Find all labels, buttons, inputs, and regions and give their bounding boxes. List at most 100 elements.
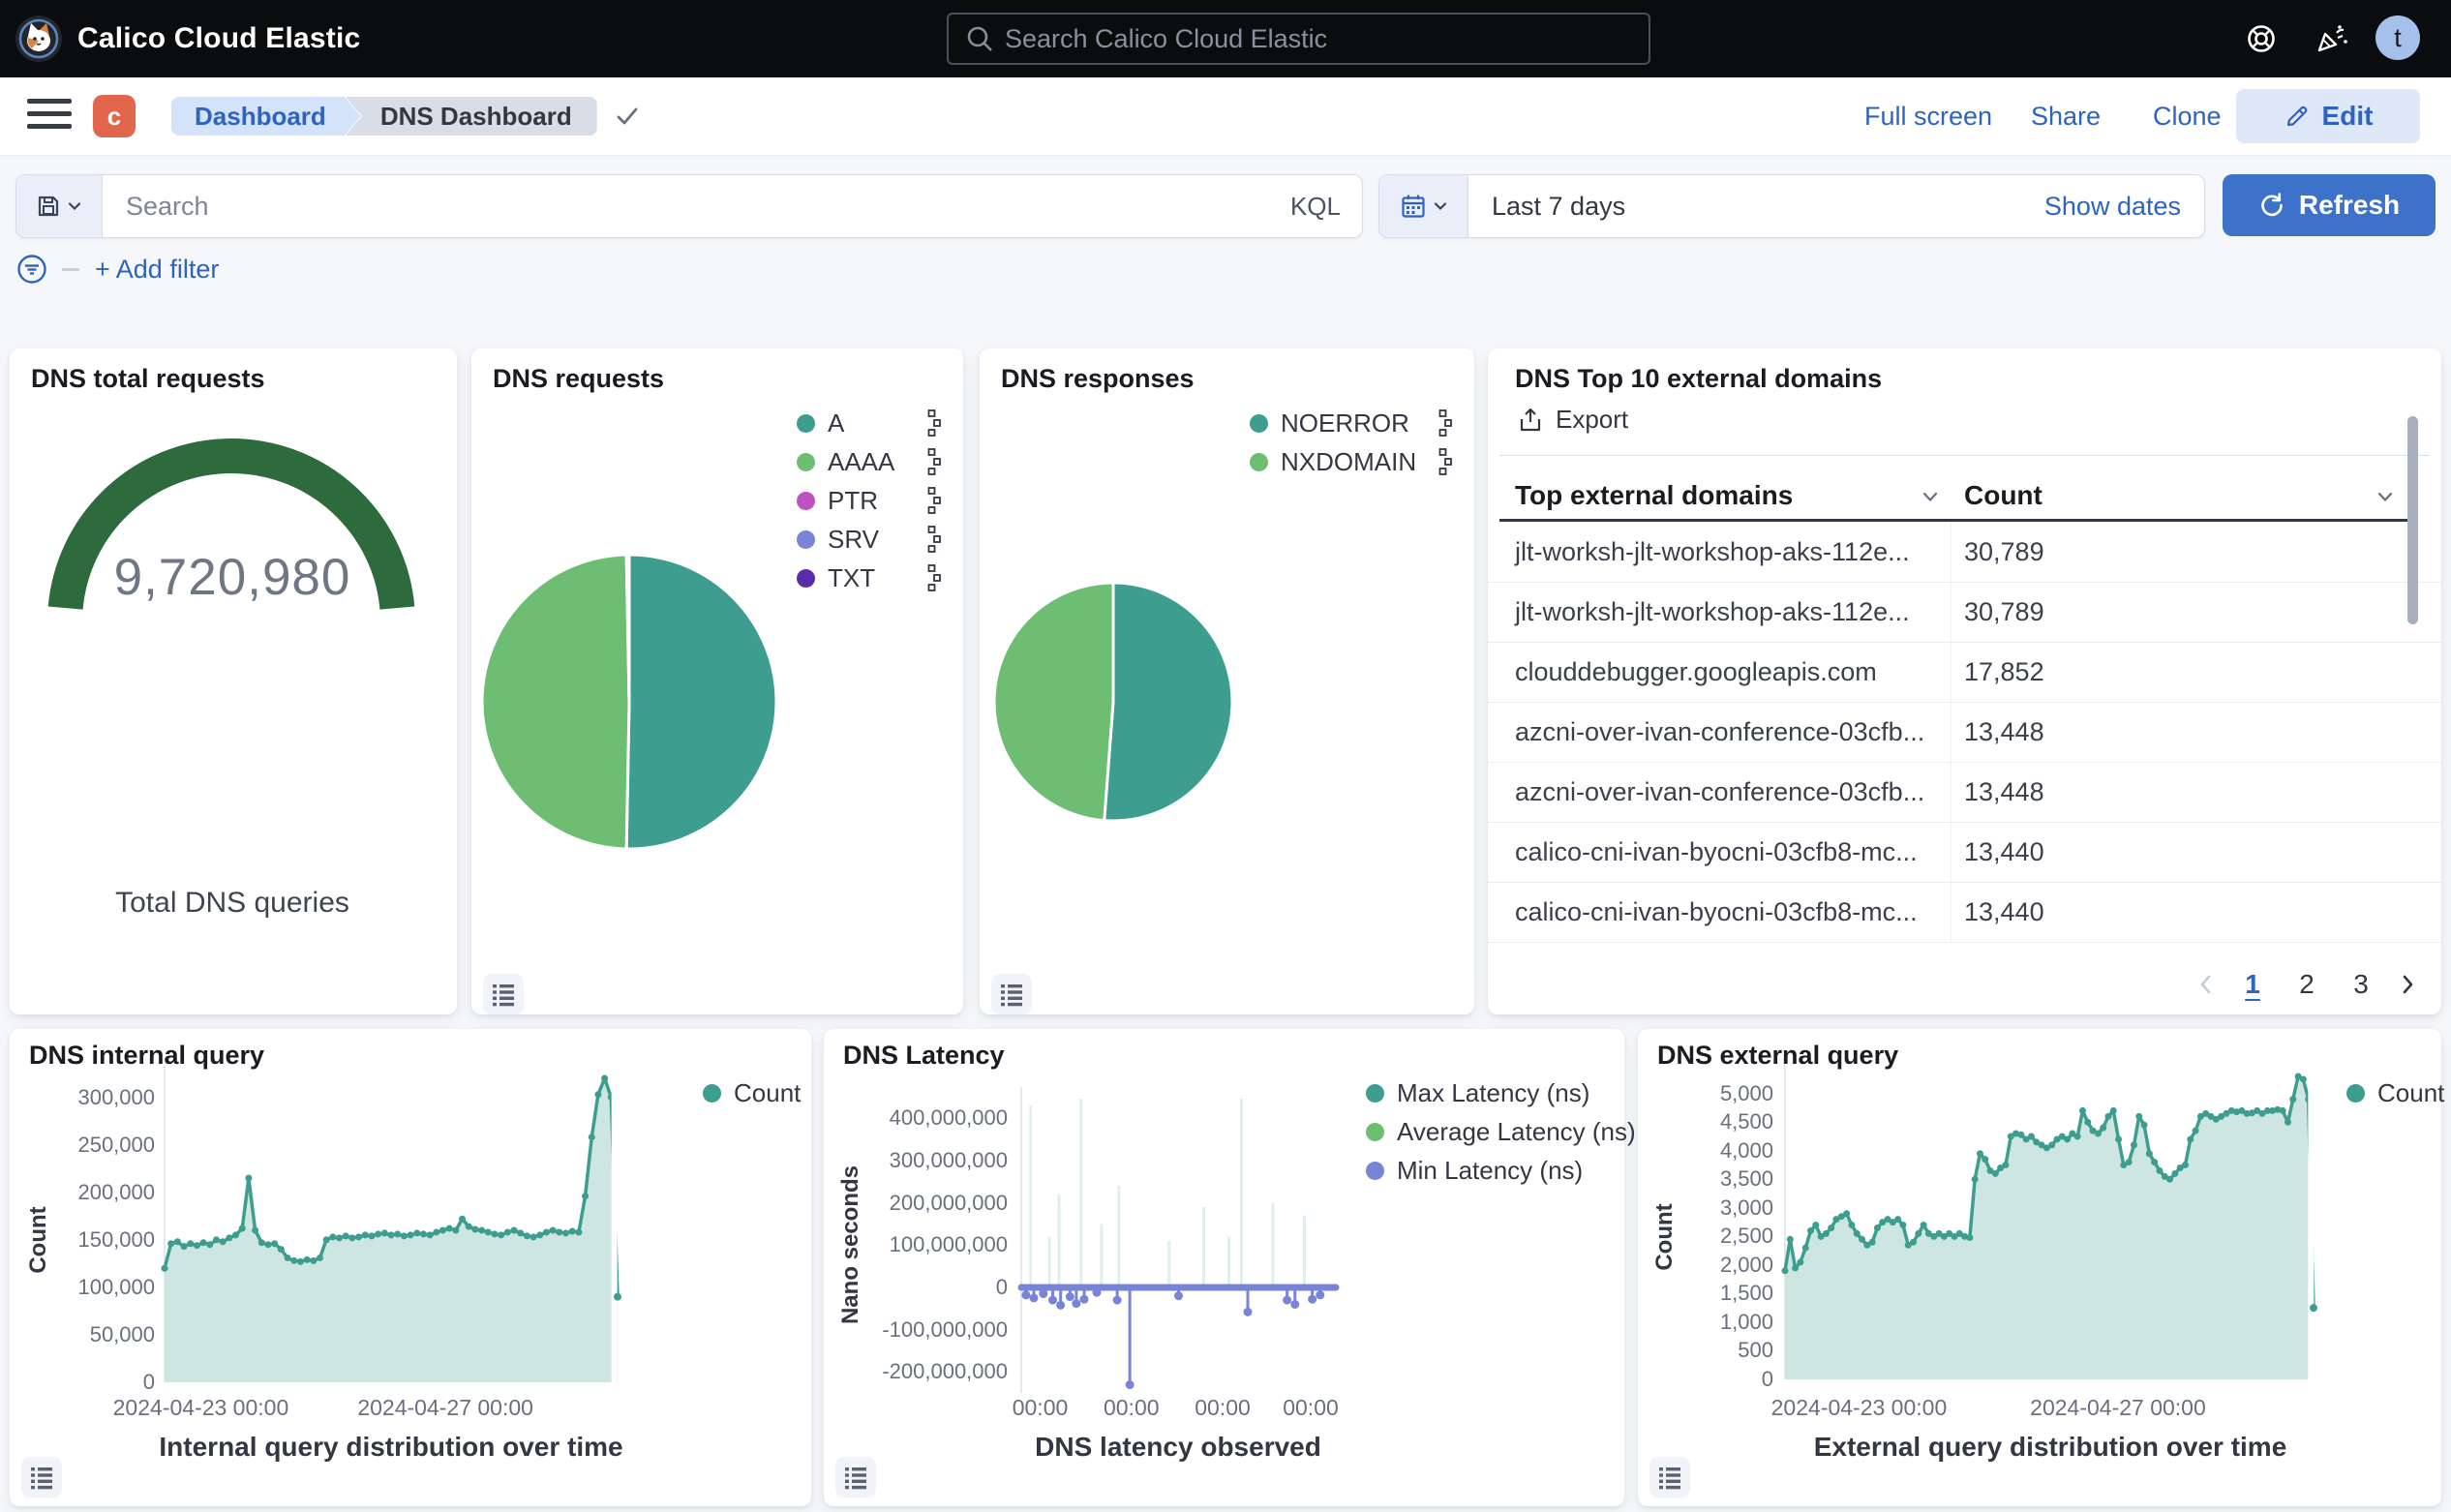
chart-subtitle: External query distribution over time	[1814, 1432, 2287, 1463]
panel-dns-responses: DNS responses NOERRORNXDOMAIN	[980, 348, 1474, 1014]
panel-list-icon[interactable]	[483, 974, 524, 1014]
full-screen-button[interactable]: Full screen	[1864, 77, 1992, 155]
cell-domain: jlt-worksh-jlt-workshop-aks-112e...	[1515, 582, 1910, 642]
cell-domain: calico-cni-ivan-byocni-03cfb8-mc...	[1515, 882, 1918, 942]
app-title: Calico Cloud Elastic	[77, 0, 360, 77]
edit-button[interactable]: Edit	[2236, 89, 2420, 143]
kql-language-button[interactable]: KQL	[1290, 192, 1362, 222]
x-tick-label: 2024-04-27 00:00	[2030, 1395, 2206, 1421]
pagination-page-3[interactable]: 3	[2341, 964, 2381, 1005]
column-header-domains[interactable]: Top external domains	[1515, 480, 1793, 511]
panel-list-icon[interactable]	[21, 1457, 62, 1497]
global-search-input[interactable]	[1003, 23, 1649, 55]
panel-dns-latency: DNS Latency Max Latency (ns)Average Late…	[824, 1029, 1624, 1506]
table-header: Top external domains Count	[1488, 472, 2441, 519]
chevron-down-icon	[67, 198, 82, 214]
panel-list-icon[interactable]	[1649, 1457, 1690, 1497]
filter-divider	[62, 268, 79, 271]
save-icon	[36, 194, 61, 219]
breadcrumb-current[interactable]: DNS Dashboard	[346, 97, 597, 136]
panel-list-icon[interactable]	[991, 974, 1032, 1014]
export-button[interactable]: Export	[1517, 405, 1628, 435]
cell-count: 30,789	[1964, 522, 2044, 582]
cell-domain: azcni-over-ivan-conference-03cfb...	[1515, 702, 1924, 762]
cell-domain: clouddebugger.googleapis.com	[1515, 642, 1877, 702]
cell-domain: jlt-worksh-jlt-workshop-aks-112e...	[1515, 522, 1910, 582]
panel-title: DNS Top 10 external domains	[1515, 364, 1882, 394]
chevron-down-icon[interactable]	[2375, 486, 2396, 507]
cell-count: 13,440	[1964, 822, 2044, 882]
x-tick-label: 2024-04-27 00:00	[357, 1395, 533, 1421]
export-icon	[1517, 407, 1544, 434]
breadcrumb: Dashboard DNS Dashboard	[171, 97, 644, 136]
panel-list-icon[interactable]	[835, 1457, 876, 1497]
table-row: calico-cni-ivan-byocni-03cfb8-mc...13,44…	[1488, 822, 2441, 883]
news-feed-icon[interactable]	[2314, 21, 2348, 56]
calico-logo[interactable]	[15, 15, 62, 62]
cell-count: 13,448	[1964, 702, 2044, 762]
cell-domain: azcni-over-ivan-conference-03cfb...	[1515, 762, 1924, 822]
pie-chart-requests	[471, 348, 963, 1014]
x-tick-label: 00:00	[1195, 1395, 1251, 1421]
filter-row: + Add filter	[15, 250, 219, 288]
breadcrumb-dashboard[interactable]: Dashboard	[171, 97, 361, 136]
dns-dashboard-app: Calico Cloud Elastic t c Dashboard	[0, 0, 2451, 1512]
space-avatar[interactable]: c	[93, 95, 136, 137]
dashboard-header: c Dashboard DNS Dashboard Full screen Sh…	[0, 77, 2451, 156]
panel-dns-requests: DNS requests AAAAAPTRSRVTXT	[471, 348, 963, 1014]
cell-count: 17,852	[1964, 642, 2044, 702]
top-navigation-bar: Calico Cloud Elastic t	[0, 0, 2451, 77]
x-tick-label: 00:00	[1013, 1395, 1069, 1421]
chevron-down-icon	[1433, 198, 1448, 214]
cell-count: 30,789	[1964, 582, 2044, 642]
panel-dns-total-requests: DNS total requests 9,720,980 Total DNS q…	[10, 348, 457, 1014]
table-row: calico-cni-ivan-byocni-03cfb8-mc... 13,44…	[1488, 882, 2441, 943]
cell-count: 13,448	[1964, 762, 2044, 822]
global-search[interactable]	[947, 13, 1650, 65]
refresh-icon	[2258, 192, 2285, 219]
share-button[interactable]: Share	[2031, 77, 2101, 155]
x-tick-label: 00:00	[1283, 1395, 1339, 1421]
show-dates-button[interactable]: Show dates	[2044, 192, 2204, 222]
table-scrollbar[interactable]	[2407, 416, 2418, 624]
user-avatar[interactable]: t	[2375, 15, 2420, 60]
query-bar: KQL	[15, 174, 1363, 238]
chart-subtitle: DNS latency observed	[1035, 1432, 1321, 1463]
calendar-icon	[1400, 193, 1427, 220]
refresh-button[interactable]: Refresh	[2223, 174, 2436, 236]
date-picker: Last 7 days Show dates	[1378, 174, 2205, 238]
divider	[1499, 455, 2430, 456]
chevron-down-icon[interactable]	[1920, 486, 1941, 507]
x-tick-label: 2024-04-23 00:00	[1771, 1395, 1948, 1421]
help-icon[interactable]	[2244, 21, 2279, 56]
pagination: 123	[2194, 964, 2420, 1005]
panel-dns-external-query: DNS external query Count 5,0004,5004,000…	[1638, 1029, 2441, 1506]
pie-chart-responses	[980, 348, 1474, 1014]
search-icon	[949, 24, 1003, 53]
table-row: jlt-worksh-jlt-workshop-aks-112e... 30,78…	[1488, 522, 2441, 583]
filter-icon[interactable]	[15, 253, 48, 286]
cell-count: 13,440	[1964, 882, 2044, 942]
panel-top-external-domains: DNS Top 10 external domains Export Top e…	[1488, 348, 2441, 1014]
add-filter-button[interactable]: + Add filter	[95, 255, 219, 285]
date-quick-select[interactable]	[1379, 175, 1468, 237]
x-tick-label: 2024-04-23 00:00	[113, 1395, 289, 1421]
gauge-value: 9,720,980	[10, 548, 455, 607]
clone-button[interactable]: Clone	[2153, 77, 2222, 155]
column-header-count[interactable]: Count	[1964, 480, 2042, 511]
pagination-prev-icon[interactable]	[2194, 972, 2219, 997]
table-row: clouddebugger.googleapis.com 17,852	[1488, 642, 2441, 703]
pagination-next-icon[interactable]	[2395, 972, 2420, 997]
kql-search-input[interactable]	[103, 175, 1290, 237]
table-row: azcni-over-ivan-conference-03cfb... 13,44…	[1488, 702, 2441, 763]
time-range-value[interactable]: Last 7 days	[1468, 192, 2044, 222]
panel-dns-internal-query: DNS internal query Count 300,000250,0002…	[10, 1029, 811, 1506]
pagination-page-2[interactable]: 2	[2286, 964, 2327, 1005]
column-divider	[1951, 522, 1952, 942]
saved-query-menu[interactable]	[16, 175, 103, 237]
table-row: azcni-over-ivan-conference-03cfb... 13,44…	[1488, 762, 2441, 823]
menu-icon[interactable]	[27, 99, 72, 134]
check-icon[interactable]	[611, 100, 644, 133]
pagination-page-1[interactable]: 1	[2232, 964, 2273, 1005]
pencil-icon	[2284, 103, 2311, 130]
